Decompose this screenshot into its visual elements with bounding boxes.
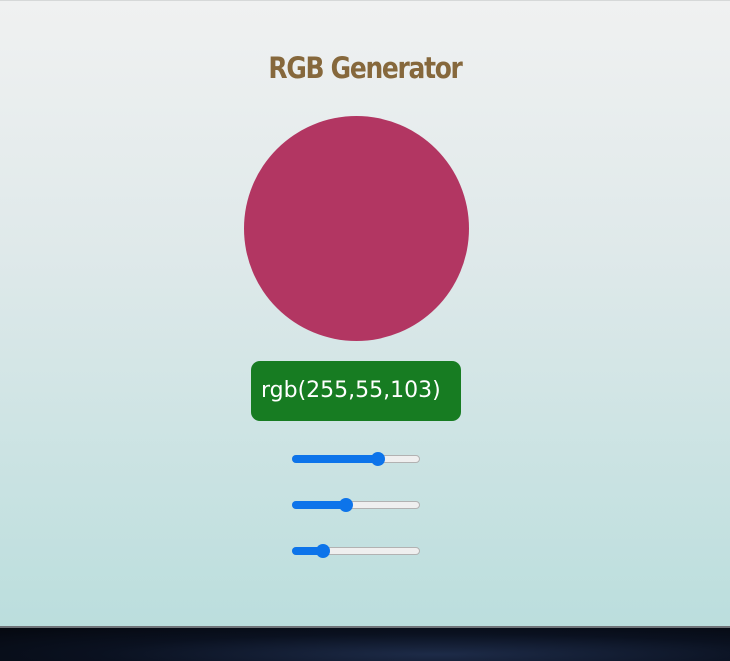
color-preview-circle <box>244 116 469 341</box>
green-slider[interactable] <box>292 497 420 513</box>
slider-thumb[interactable] <box>316 544 330 558</box>
desktop-taskbar <box>0 626 730 661</box>
slider-thumb[interactable] <box>339 498 353 512</box>
slider-fill <box>292 501 346 509</box>
page-title: RGB Generator <box>268 51 462 85</box>
rgb-readout: rgb(255,55,103) <box>251 361 461 421</box>
app-page: RGB Generator rgb(255,55,103) <box>0 0 730 626</box>
blue-slider[interactable] <box>292 543 420 559</box>
rgb-readout-text: rgb(255,55,103) <box>261 378 441 403</box>
red-slider[interactable] <box>292 451 420 467</box>
slider-thumb[interactable] <box>371 452 385 466</box>
slider-fill <box>292 455 378 463</box>
